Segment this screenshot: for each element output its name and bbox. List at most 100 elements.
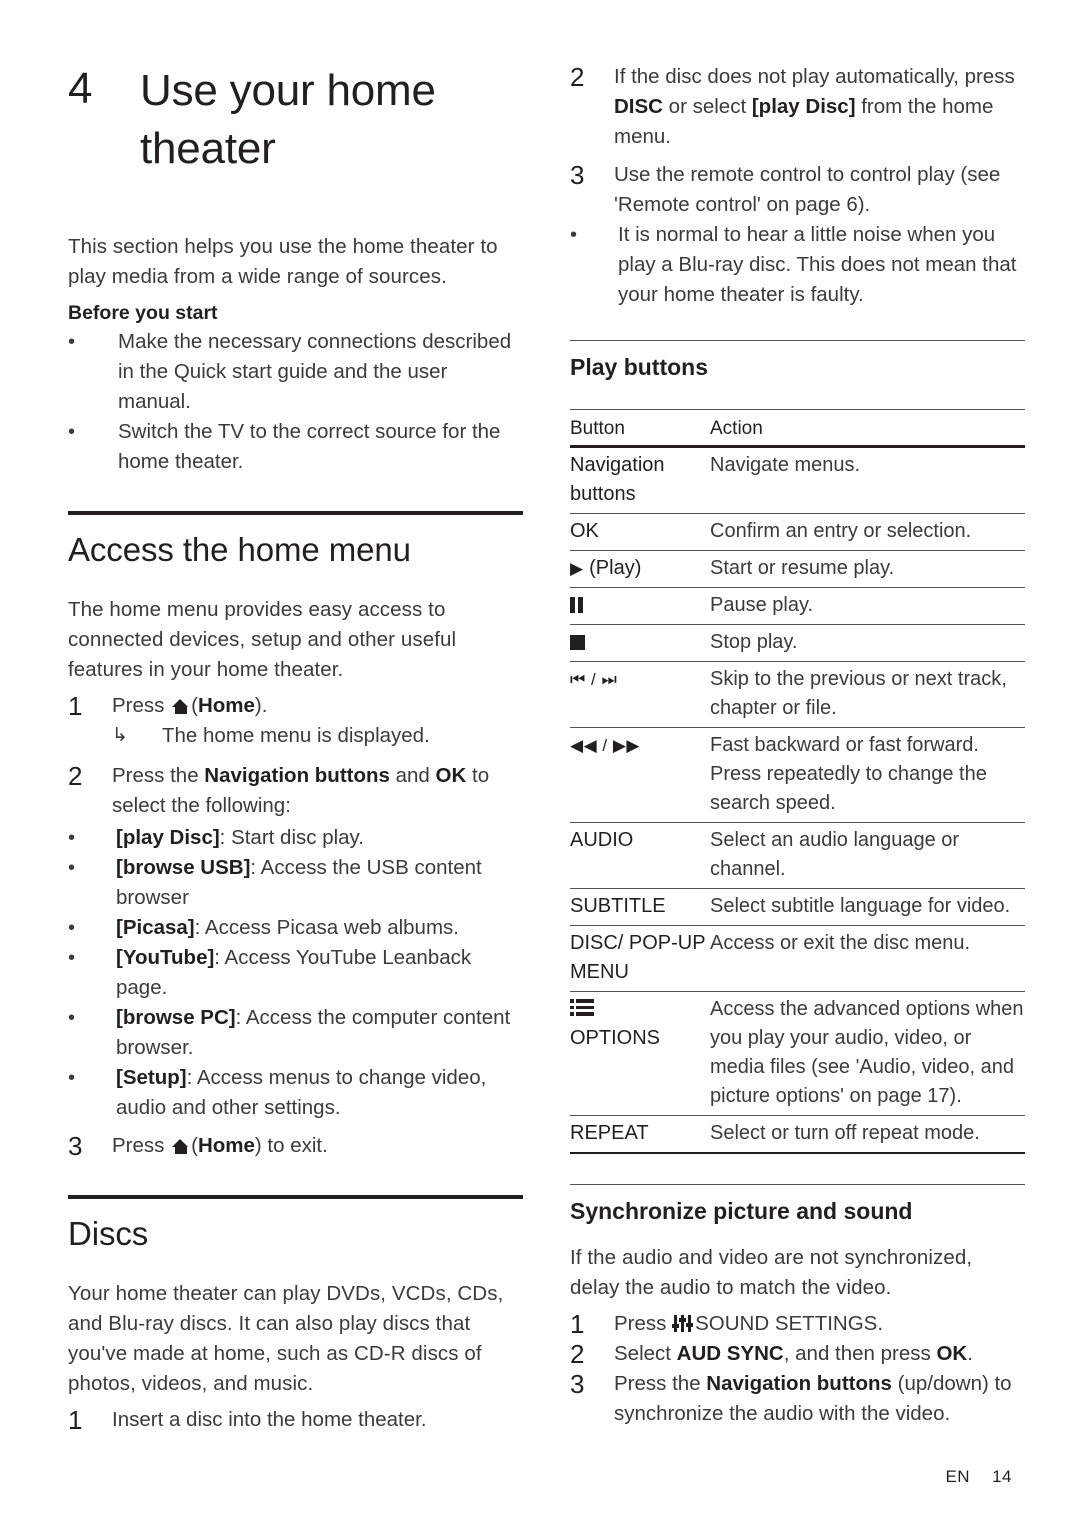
step-number: 3: [570, 1369, 585, 1399]
step-number: 3: [570, 160, 585, 190]
bullet-icon: •: [68, 1007, 76, 1029]
play-icon: ▶: [570, 559, 584, 578]
section-divider: [570, 1184, 1025, 1185]
navigation-buttons-label: Navigation buttons: [706, 1372, 892, 1395]
table-row: ⏮ / ⏭ Skip to the previous or next track…: [570, 661, 1025, 728]
list-item-text: [YouTube]: Access YouTube Leanback page.: [116, 943, 523, 1003]
intro-paragraph: This section helps you use the home thea…: [68, 235, 498, 288]
list-item: • [play Disc]: Start disc play.: [68, 823, 523, 853]
list-item: • [Setup]: Access menus to change video,…: [68, 1063, 523, 1123]
step: 2 If the disc does not play automaticall…: [570, 62, 1025, 152]
cell-action: Select an audio language or channel.: [710, 822, 1025, 889]
table-row: REPEAT Select or turn off repeat mode.: [570, 1115, 1025, 1154]
step-text: Insert a disc into the home theater.: [112, 1408, 427, 1431]
step-text-pre: Press: [112, 1134, 171, 1157]
list-item: • It is normal to hear a little noise wh…: [570, 220, 1025, 310]
list-item: • [browse PC]: Access the computer conte…: [68, 1003, 523, 1063]
subsection-heading-sync: Synchronize picture and sound: [570, 1198, 913, 1224]
ok-button-label: OK: [936, 1342, 968, 1365]
step-text: Press SOUND SETTINGS.: [614, 1309, 1025, 1339]
cell-button: ◀◀ / ▶▶: [570, 727, 710, 823]
step: 3 Press (Home) to exit.: [68, 1131, 523, 1161]
cell-action: Fast backward or fast forward. Press rep…: [710, 727, 1025, 823]
subsection-heading-play-buttons: Play buttons: [570, 354, 709, 380]
table-row: DISC/ POP-UP MENU Access or exit the dis…: [570, 925, 1025, 992]
cell-button: [570, 624, 710, 662]
list-item: • Make the necessary connections describ…: [68, 327, 523, 417]
discs-note-list: • It is normal to hear a little noise wh…: [570, 220, 1025, 310]
menu-option-desc: : Start disc play.: [219, 826, 364, 849]
cell-button-label: OPTIONS: [570, 1027, 661, 1049]
section-divider: [68, 1195, 523, 1199]
menu-option-label: [play Disc]: [116, 826, 220, 849]
step-text: Select AUD SYNC, and then press OK.: [614, 1339, 1025, 1369]
step-text: Press (Home) to exit.: [112, 1134, 328, 1157]
home-button-label: Home: [197, 694, 255, 717]
footer-language: EN: [945, 1467, 971, 1486]
step-text: Press (Home).: [112, 691, 523, 721]
cell-button: ⏮ / ⏭: [570, 661, 710, 728]
cell-action: Pause play.: [710, 587, 1025, 625]
list-item-text: It is normal to hear a little noise when…: [618, 223, 1017, 306]
table-header-row: Button Action: [570, 409, 1025, 448]
cell-action: Access the advanced options when you pla…: [710, 991, 1025, 1116]
disc-button-label: DISC: [614, 95, 663, 118]
step: 2 Press the Navigation buttons and OK to…: [68, 761, 523, 821]
paren-open: (: [191, 694, 198, 717]
table-row: OPTIONS Access the advanced options when…: [570, 991, 1025, 1116]
step-number: 2: [570, 1339, 585, 1369]
section-heading-discs: Discs: [68, 1215, 149, 1252]
menu-option-desc: : Access Picasa web albums.: [194, 916, 459, 939]
right-column: 2 If the disc does not play automaticall…: [570, 62, 1025, 1431]
table-row: OK Confirm an entry or selection.: [570, 513, 1025, 551]
cell-button: SUBTITLE: [570, 888, 710, 926]
column-header-button: Button: [570, 409, 710, 448]
step-number: 1: [68, 1405, 83, 1435]
sync-paragraph: If the audio and video are not synchroni…: [570, 1246, 973, 1299]
list-item-text: [browse PC]: Access the computer content…: [116, 1003, 523, 1063]
sound-settings-icon: [672, 1315, 694, 1332]
step: 1 Insert a disc into the home theater.: [68, 1405, 523, 1435]
rewind-forward-icon: ◀◀ / ▶▶: [570, 736, 640, 755]
step-number: 2: [68, 761, 83, 791]
options-icon: [570, 998, 594, 1017]
cell-button: OPTIONS: [570, 991, 710, 1116]
cell-action: Confirm an entry or selection.: [710, 513, 1025, 551]
bullet-icon: •: [68, 947, 76, 969]
list-item: • Switch the TV to the correct source fo…: [68, 417, 523, 477]
section-divider: [570, 340, 1025, 341]
list-item-text: Switch the TV to the correct source for …: [118, 420, 501, 473]
table-row: Navigation buttons Navigate menus.: [570, 446, 1025, 514]
step-text: If the disc does not play automatically,…: [614, 62, 1025, 152]
before-you-start-list: • Make the necessary connections describ…: [68, 327, 523, 477]
section-divider: [68, 511, 523, 515]
bullet-icon: •: [68, 827, 76, 849]
cell-action: Access or exit the disc menu.: [710, 925, 1025, 992]
play-disc-label: [play Disc]: [751, 95, 856, 118]
list-item-text: [play Disc]: Start disc play.: [116, 823, 523, 853]
cell-button: [570, 587, 710, 625]
list-item-text: [browse USB]: Access the USB content bro…: [116, 853, 523, 913]
step-text-pre: If the disc does not play automatically,…: [614, 65, 1015, 88]
cell-action: Select subtitle language for video.: [710, 888, 1025, 926]
cell-action: Skip to the previous or next track, chap…: [710, 661, 1025, 728]
bullet-icon: •: [570, 224, 578, 246]
step-text: Press the Navigation buttons (up/down) t…: [614, 1369, 1025, 1429]
table-row: SUBTITLE Select subtitle language for vi…: [570, 888, 1025, 926]
before-you-start-heading: Before you start: [68, 302, 218, 324]
chapter-title: Use your home theater: [140, 66, 436, 173]
step: 1 Press SOUND SETTINGS.: [570, 1309, 1025, 1339]
chapter-heading: 4 Use your home theater: [68, 62, 523, 178]
menu-option-label: [browse PC]: [116, 1006, 236, 1029]
bullet-icon: •: [68, 1067, 76, 1089]
step-text-pre: Select: [614, 1342, 677, 1365]
step-result: ↳ The home menu is displayed.: [112, 721, 523, 751]
bullet-icon: •: [68, 917, 76, 939]
step-text-mid: and: [389, 764, 436, 787]
step-number: 3: [68, 1131, 83, 1161]
list-item-text: Make the necessary connections described…: [118, 330, 512, 413]
cell-button: ▶ (Play): [570, 550, 710, 588]
step-number: 2: [570, 62, 585, 92]
bullet-icon: •: [68, 857, 76, 879]
menu-option-label: [Setup]: [116, 1066, 187, 1089]
